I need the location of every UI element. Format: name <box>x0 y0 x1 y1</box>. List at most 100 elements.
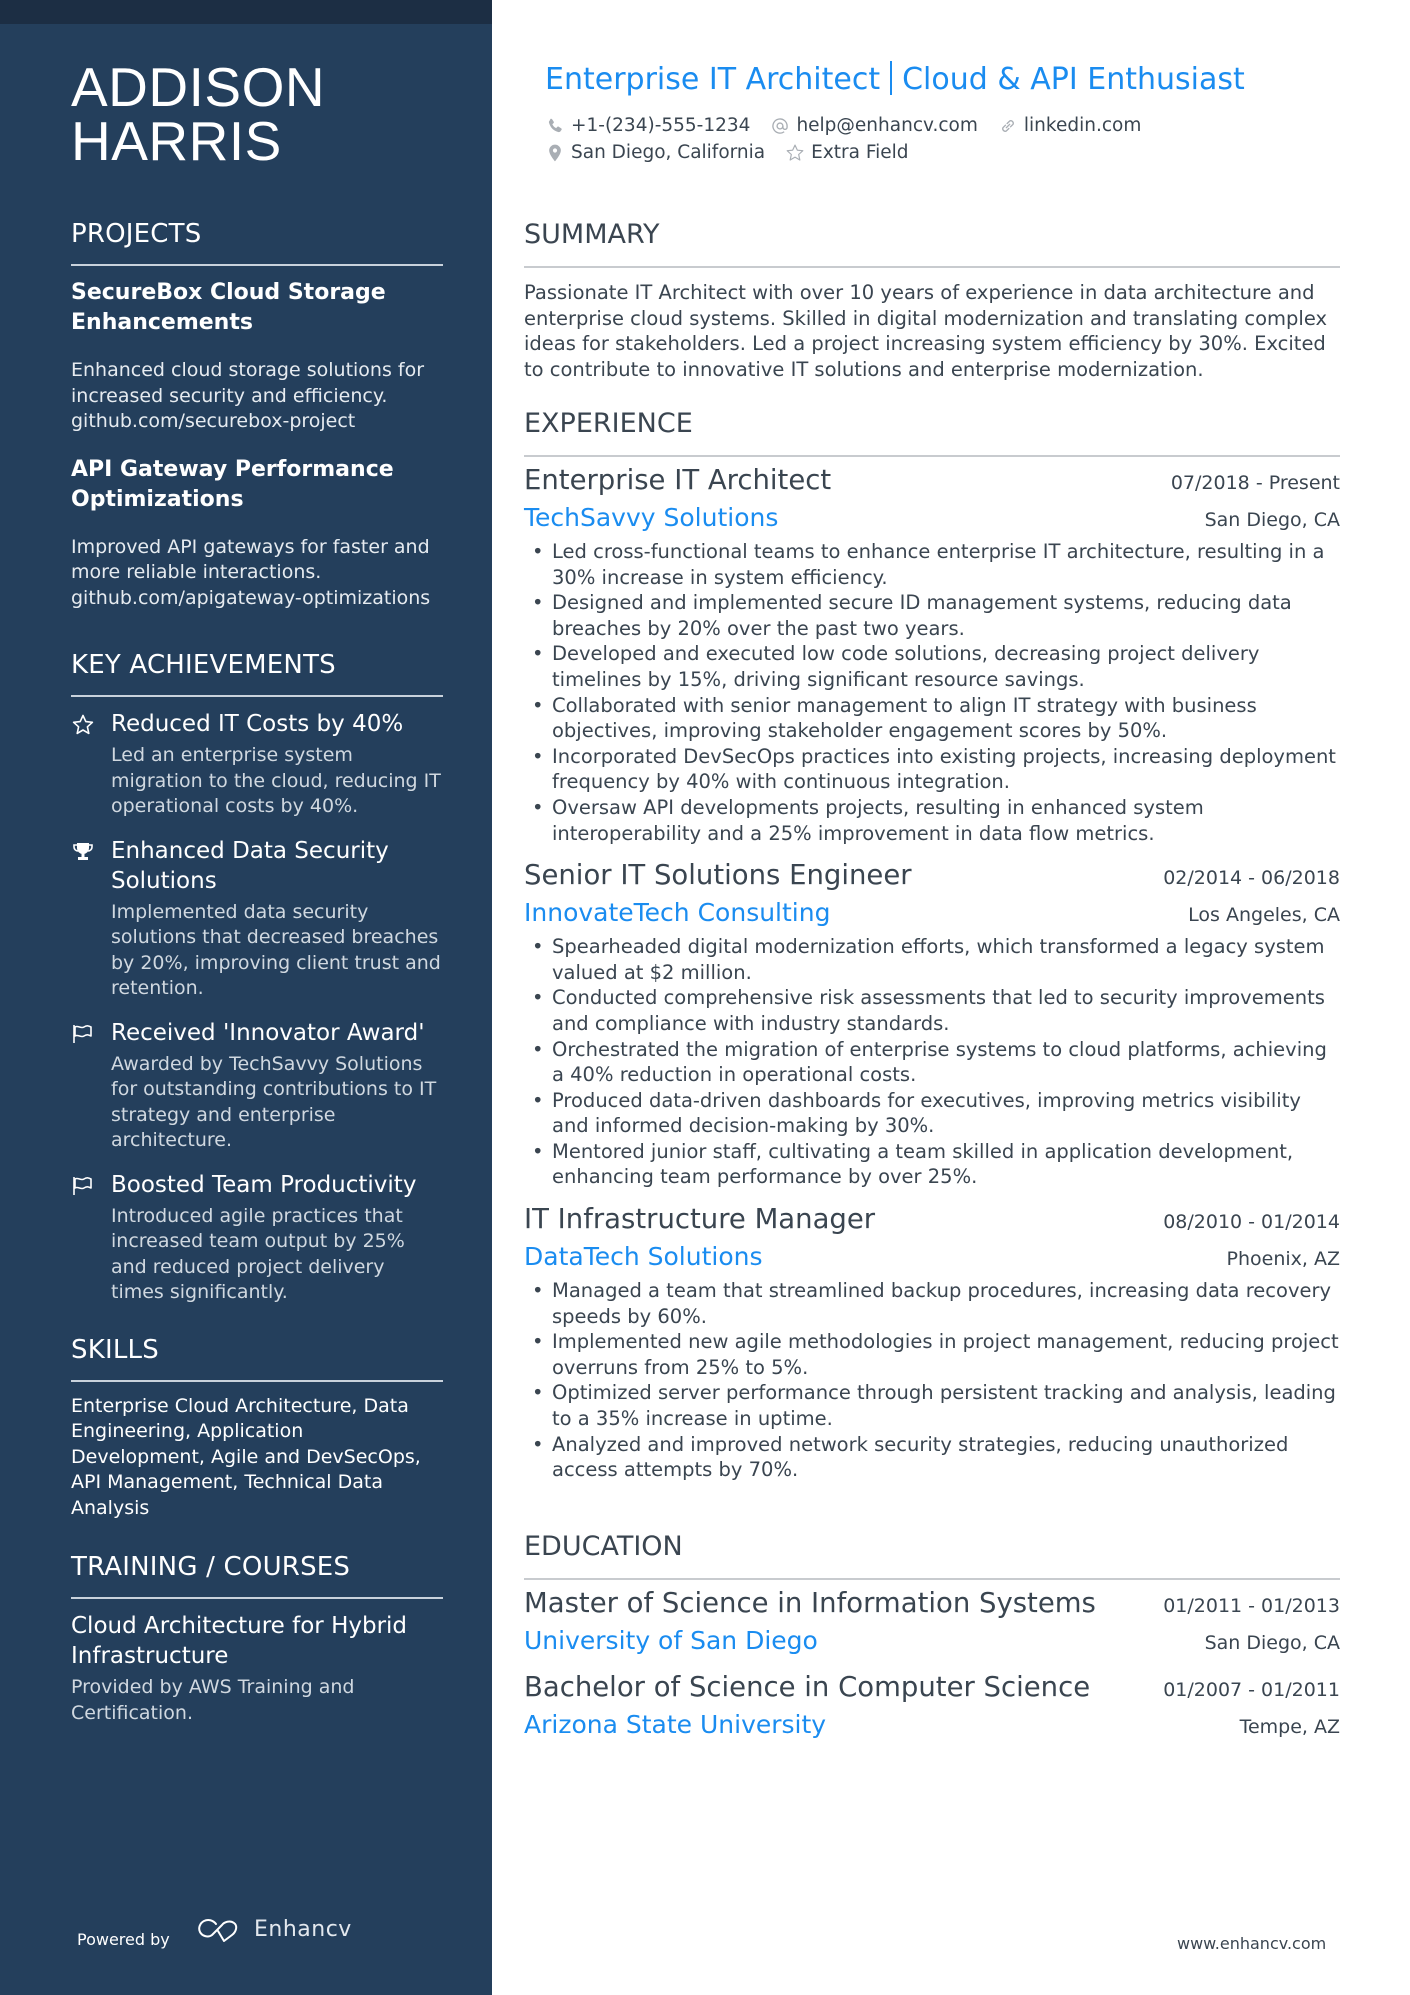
project-link[interactable]: github.com/securebox-project <box>71 410 355 432</box>
skills-section: SKILLS Enterprise Cloud Architecture, Da… <box>71 1334 443 1522</box>
summary-text: Passionate IT Architect with over 10 yea… <box>524 281 1328 381</box>
education-heading: EDUCATION <box>524 1531 683 1562</box>
training-section: TRAINING / COURSES Cloud Architecture fo… <box>71 1551 443 1726</box>
sidebar-top-band <box>0 0 492 24</box>
education-section: EDUCATION Master of Science in Informati… <box>524 1530 1340 1744</box>
bullet-item: Conducted comprehensive risk assessments… <box>524 985 1340 1036</box>
job-entry: Enterprise IT Architect 07/2018 - Presen… <box>524 461 1340 846</box>
job-entry: Senior IT Solutions Engineer 02/2014 - 0… <box>524 856 1340 1190</box>
contact-extra: Extra Field <box>785 139 909 166</box>
achievement-item: Reduced IT Costs by 40% Led an enterpris… <box>71 709 443 820</box>
section-divider <box>71 264 443 266</box>
job-dates: 02/2014 - 06/2018 <box>1163 867 1340 890</box>
star-icon <box>71 713 95 737</box>
achievement-description: Led an enterprise system migration to th… <box>111 744 441 817</box>
phone-icon <box>548 118 562 132</box>
bullet-item: Produced data-driven dashboards for exec… <box>524 1088 1340 1139</box>
bullet-item: Analyzed and improved network security s… <box>524 1432 1340 1483</box>
footer-website-link[interactable]: www.enhancv.com <box>1177 1934 1326 1953</box>
bullet-item: Oversaw API developments projects, resul… <box>524 795 1340 846</box>
bullet-item: Designed and implemented secure ID manag… <box>524 590 1340 641</box>
job-title: Senior IT Solutions Engineer <box>524 859 912 892</box>
school-name: Arizona State University <box>524 1710 827 1739</box>
project-description: Improved API gateways for faster and mor… <box>71 535 431 609</box>
bullet-item: Implemented new agile methodologies in p… <box>524 1329 1340 1380</box>
project-item: SecureBox Cloud Storage Enhancements Enh… <box>71 278 443 435</box>
bullet-item: Developed and executed low code solution… <box>524 641 1340 692</box>
project-title: SecureBox Cloud Storage Enhancements <box>71 280 386 335</box>
achievements-heading: KEY ACHIEVEMENTS <box>71 650 336 680</box>
achievement-description: Introduced agile practices that increase… <box>111 1204 405 1304</box>
bullet-item: Optimized server performance through per… <box>524 1380 1340 1431</box>
bullet-item: Collaborated with senior management to a… <box>524 693 1340 744</box>
summary-section: SUMMARY Passionate IT Architect with ove… <box>524 218 1340 382</box>
education-entry: Master of Science in Information Systems… <box>524 1584 1340 1660</box>
job-location: San Diego, CA <box>1204 509 1340 531</box>
achievement-item: Enhanced Data Security Solutions Impleme… <box>71 836 443 1002</box>
candidate-name: ADDISON HARRIS <box>71 56 443 172</box>
headline-separator <box>890 61 893 95</box>
section-divider <box>524 266 1340 268</box>
education-dates: 01/2011 - 01/2013 <box>1163 1595 1340 1617</box>
education-location: San Diego, CA <box>1204 1632 1340 1654</box>
job-dates: 08/2010 - 01/2014 <box>1163 1211 1340 1234</box>
training-heading: TRAINING / COURSES <box>71 1552 351 1582</box>
star-icon <box>786 144 804 161</box>
achievement-title: Enhanced Data Security Solutions <box>111 837 389 894</box>
school-name: University of San Diego <box>524 1626 818 1655</box>
achievement-item: Received 'Innovator Award' Awarded by Te… <box>71 1018 443 1154</box>
job-title: IT Infrastructure Manager <box>524 1203 876 1236</box>
flag-icon <box>71 1022 95 1046</box>
course-description: Provided by AWS Training and Certificati… <box>71 1676 355 1724</box>
achievements-section: KEY ACHIEVEMENTS Reduced IT Costs by 40%… <box>71 649 443 1306</box>
job-dates: 07/2018 - Present <box>1170 472 1340 494</box>
section-divider <box>524 455 1340 457</box>
projects-section: PROJECTS SecureBox Cloud Storage Enhance… <box>71 218 443 611</box>
degree-title: Bachelor of Science in Computer Science <box>524 1671 1091 1703</box>
projects-heading: PROJECTS <box>71 219 202 249</box>
achievement-item: Boosted Team Productivity Introduced agi… <box>71 1170 443 1306</box>
project-title: API Gateway Performance Optimizations <box>71 456 394 512</box>
flag-icon <box>71 1174 95 1198</box>
achievement-title: Received 'Innovator Award' <box>111 1019 425 1046</box>
company-name: DataTech Solutions <box>524 1242 763 1272</box>
section-divider <box>71 695 443 697</box>
company-name: TechSavvy Solutions <box>524 503 779 532</box>
section-divider <box>524 1578 1340 1580</box>
job-location: Los Angeles, CA <box>1188 904 1340 927</box>
bullet-item: Orchestrated the migration of enterprise… <box>524 1037 1340 1088</box>
contact-phone[interactable]: +1-(234)-555-1234 <box>545 112 750 139</box>
brand-name: Enhancv <box>254 1916 352 1942</box>
experience-heading: EXPERIENCE <box>524 408 693 439</box>
experience-section: EXPERIENCE Enterprise IT Architect 07/20… <box>524 407 1340 1483</box>
enhancv-logo-icon <box>198 1919 238 1942</box>
achievement-title: Boosted Team Productivity <box>111 1171 417 1198</box>
project-description: Enhanced cloud storage solutions for inc… <box>71 359 425 432</box>
contact-linkedin[interactable]: linkedin.com <box>998 112 1141 139</box>
bullet-item: Led cross-functional teams to enhance en… <box>524 539 1340 590</box>
powered-by-label: Powered by <box>77 1930 170 1949</box>
achievement-description: Implemented data security solutions that… <box>111 900 441 1000</box>
degree-title: Master of Science in Information Systems <box>524 1587 1096 1619</box>
enhancv-logo[interactable]: Enhancv <box>196 1916 352 1942</box>
education-entry: Bachelor of Science in Computer Science … <box>524 1668 1340 1744</box>
achievement-description: Awarded by TechSavvy Solutions for outst… <box>111 1052 437 1152</box>
trophy-icon <box>71 840 95 864</box>
project-item: API Gateway Performance Optimizations Im… <box>71 455 443 612</box>
job-location: Phoenix, AZ <box>1226 1248 1340 1271</box>
section-divider <box>71 1379 443 1382</box>
bullet-item: Incorporated DevSecOps practices into ex… <box>524 744 1340 795</box>
job-entry: IT Infrastructure Manager 08/2010 - 01/2… <box>524 1200 1340 1483</box>
headline: Enterprise IT Architect Cloud & API Enthu… <box>545 60 1245 100</box>
bullet-item: Managed a team that streamlined backup p… <box>524 1278 1340 1329</box>
contact-email[interactable]: help@enhancv.com <box>770 112 978 139</box>
section-divider <box>71 1597 443 1599</box>
project-link[interactable]: github.com/apigateway-optimizations <box>71 587 430 609</box>
skills-list: Enterprise Cloud Architecture, Data Engi… <box>71 1394 421 1519</box>
link-icon <box>1002 119 1014 132</box>
job-bullets: Spearheaded digital modernization effort… <box>524 934 1340 1190</box>
name-first: ADDISON <box>71 56 326 118</box>
headline-tagline: Cloud & API Enthusiast <box>902 62 1245 97</box>
name-last: HARRIS <box>71 110 282 172</box>
company-name: InnovateTech Consulting <box>524 898 831 928</box>
